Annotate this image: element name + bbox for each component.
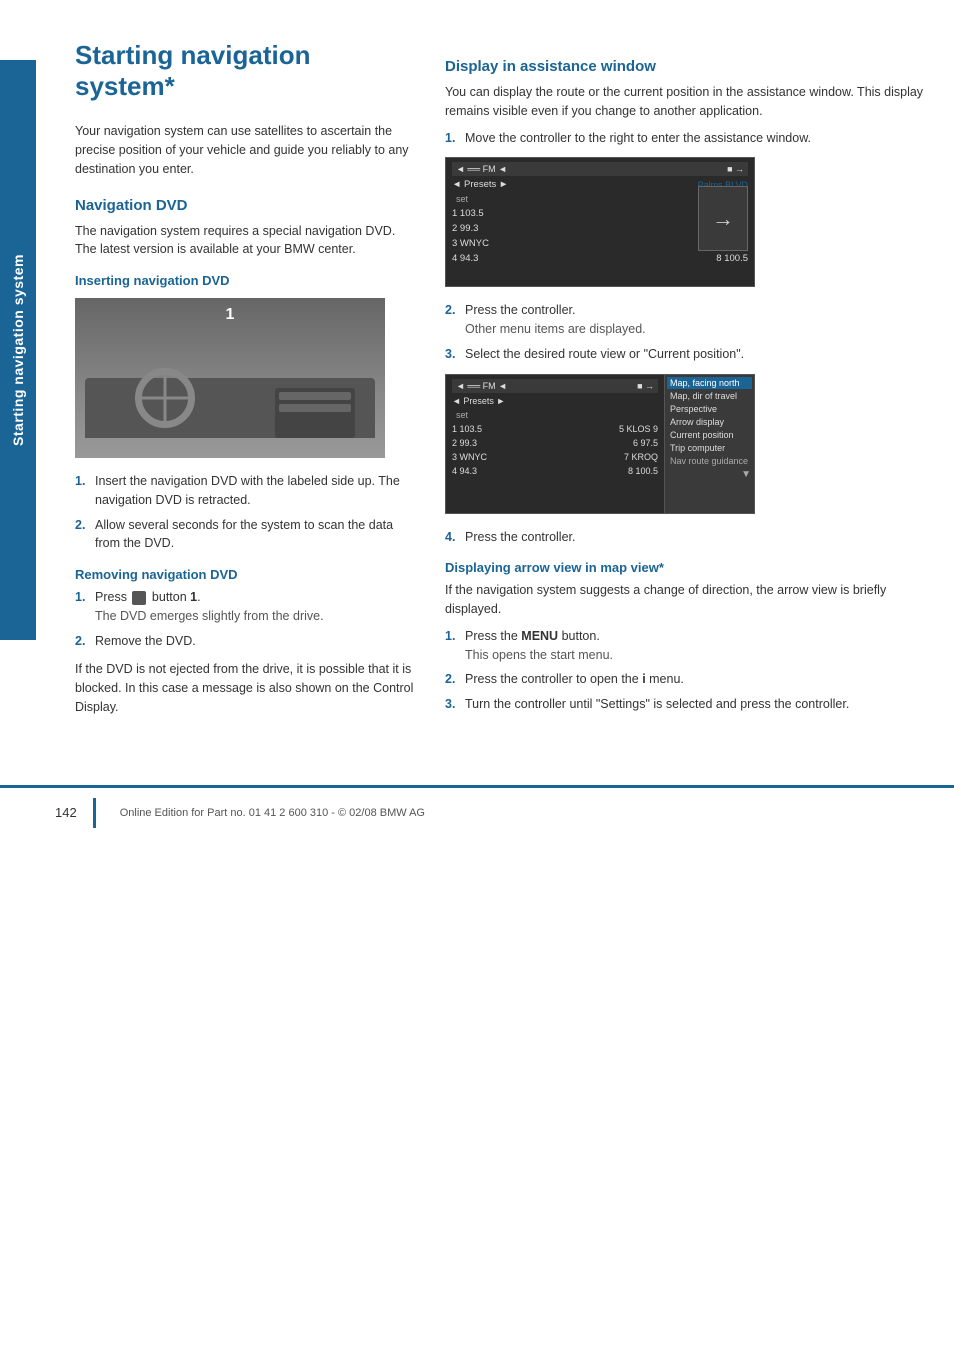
list-item: 1. Move the controller to the right to e… xyxy=(445,129,924,148)
arrow-right-icon: → xyxy=(712,206,734,232)
device-image: 1 xyxy=(75,298,385,458)
arrow-box: → xyxy=(698,186,748,251)
scroll-arrow: ▼ xyxy=(667,468,752,481)
arrow-view-intro: If the navigation system suggests a chan… xyxy=(445,581,924,619)
menu-item-map-dir: Map, dir of travel xyxy=(667,390,752,402)
menu-item-trip-computer: Trip computer xyxy=(667,442,752,454)
display-steps: 1. Move the controller to the right to e… xyxy=(445,129,924,148)
inserting-heading: Inserting navigation DVD xyxy=(75,273,415,288)
menu-item-arrow-display: Arrow display xyxy=(667,416,752,428)
list-item: 3. Select the desired route view or "Cur… xyxy=(445,345,924,364)
list-item: 1. Insert the navigation DVD with the la… xyxy=(75,472,415,510)
list-item: 3. Turn the controller until "Settings" … xyxy=(445,695,924,714)
main-content: Starting navigation system* Your navigat… xyxy=(55,0,954,765)
display-steps-2-3: 2. Press the controller. Other menu item… xyxy=(445,301,924,363)
menu-item-perspective: Perspective xyxy=(667,403,752,415)
device-image-inner: 1 xyxy=(75,298,385,458)
left-column: Starting navigation system* Your navigat… xyxy=(75,40,415,725)
display-intro: You can display the route or the current… xyxy=(445,83,924,121)
page-number: 142 xyxy=(55,805,77,820)
list-item: 2. Press the controller. Other menu item… xyxy=(445,301,924,339)
nav-dvd-body: The navigation system requires a special… xyxy=(75,222,415,260)
list-item: 4. Press the controller. xyxy=(445,528,924,547)
radio-menu-panel: Map, facing north Map, dir of travel Per… xyxy=(664,375,754,513)
right-column: Display in assistance window You can dis… xyxy=(445,40,924,725)
removing-note: If the DVD is not ejected from the drive… xyxy=(75,660,415,716)
side-tab-label: Starting navigation system xyxy=(10,254,26,446)
menu-item-nav-route: Nav route guidance xyxy=(667,455,752,467)
removing-heading: Removing navigation DVD xyxy=(75,567,415,582)
list-item: 2. Remove the DVD. xyxy=(75,632,415,651)
radio-screen2-left: ◄ ══ FM ◄ ■ → ◄ Presets ► set 1 103.55 K… xyxy=(446,375,664,513)
list-item: 2. Press the controller to open the i me… xyxy=(445,670,924,689)
menu-item-map-north: Map, facing north xyxy=(667,377,752,389)
menu-item-current-pos: Current position xyxy=(667,429,752,441)
side-tab: Starting navigation system xyxy=(0,60,36,640)
arrow-view-heading: Displaying arrow view in map view* xyxy=(445,560,924,575)
footer: 142 Online Edition for Part no. 01 41 2 … xyxy=(0,785,954,838)
removing-steps: 1. Press button 1. The DVD emerges sligh… xyxy=(75,588,415,650)
display-heading: Display in assistance window xyxy=(445,58,924,75)
nav-dvd-heading: Navigation DVD xyxy=(75,197,415,214)
display-step-4: 4. Press the controller. xyxy=(445,528,924,547)
radio-header-row: ◄ ══ FM ◄ ■ → xyxy=(452,162,748,176)
list-item: 1. Press button 1. The DVD emerges sligh… xyxy=(75,588,415,626)
footer-divider xyxy=(93,798,96,828)
page-title: Starting navigation system* xyxy=(75,40,415,102)
list-item: 2. Allow several seconds for the system … xyxy=(75,516,415,554)
intro-text: Your navigation system can use satellite… xyxy=(75,122,415,178)
radio-screen-1: ◄ ══ FM ◄ ■ → ◄ Presets ► Palms BLVD set… xyxy=(445,157,755,287)
inserting-steps: 1. Insert the navigation DVD with the la… xyxy=(75,472,415,553)
radio-screen-2: ◄ ══ FM ◄ ■ → ◄ Presets ► set 1 103.55 K… xyxy=(445,374,755,514)
list-item: 1. Press the MENU button. This opens the… xyxy=(445,627,924,665)
arrow-view-steps: 1. Press the MENU button. This opens the… xyxy=(445,627,924,714)
footer-text: Online Edition for Part no. 01 41 2 600 … xyxy=(120,807,425,819)
